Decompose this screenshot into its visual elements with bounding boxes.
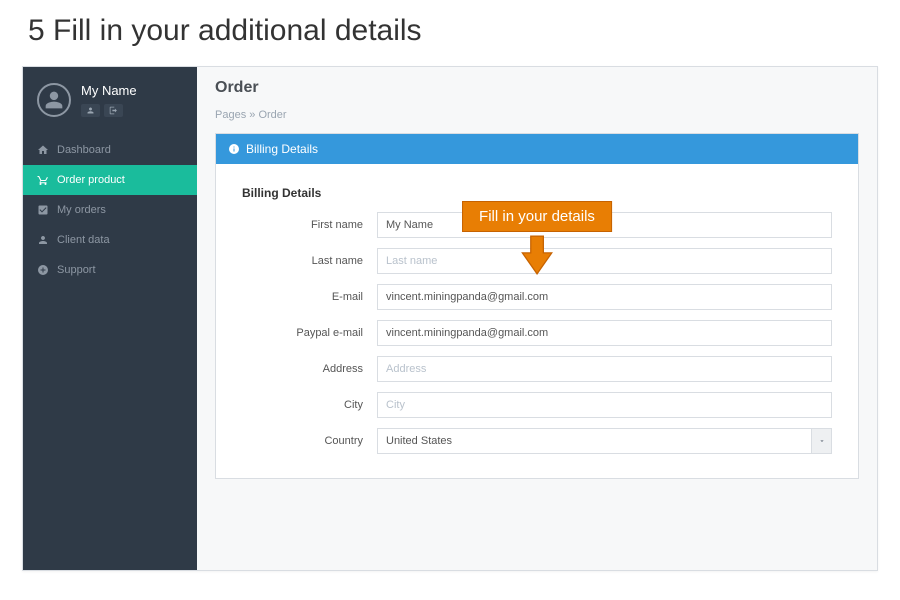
profile-settings-button[interactable] [81,104,100,117]
input-last-name[interactable] [377,248,832,274]
home-icon [37,144,49,156]
breadcrumb-sep: » [249,109,255,121]
profile-actions [81,104,137,117]
cart-icon [37,174,49,186]
user-icon [37,234,49,246]
label-address: Address [242,363,377,375]
sidebar-item-label: My orders [57,204,106,216]
user-icon [86,106,95,115]
form-section-title: Billing Details [242,186,832,200]
sidebar-item-label: Order product [57,174,125,186]
input-paypal-email[interactable] [377,320,832,346]
row-paypal-email: Paypal e-mail [242,320,832,346]
avatar-icon [44,90,64,110]
sidebar-item-label: Dashboard [57,144,111,156]
label-country: Country [242,435,377,447]
main-content: Order Pages » Order Billing Details Bill… [197,67,877,570]
breadcrumb-current: Order [258,109,286,121]
row-address: Address [242,356,832,382]
page-header: Order [197,67,877,105]
breadcrumb-root[interactable]: Pages [215,109,246,121]
sidebar-item-label: Support [57,264,96,276]
sidebar-item-support[interactable]: Support [23,255,197,285]
label-email: E-mail [242,291,377,303]
panel-body: Billing Details First name Last name E-m… [216,164,858,478]
profile-name: My Name [81,83,137,98]
billing-panel: Billing Details Billing Details First na… [215,133,859,479]
sidebar: My Name Dashboard Order product My order… [23,67,197,570]
sidebar-item-order-product[interactable]: Order product [23,165,197,195]
profile-logout-button[interactable] [104,104,123,117]
row-city: City [242,392,832,418]
panel-header: Billing Details [216,134,858,164]
select-country[interactable]: United States [377,428,832,454]
avatar [37,83,71,117]
label-first-name: First name [242,219,377,231]
check-icon [37,204,49,216]
page-title: Order [215,79,859,97]
label-paypal-email: Paypal e-mail [242,327,377,339]
sidebar-nav: Dashboard Order product My orders Client… [23,135,197,285]
label-city: City [242,399,377,411]
profile-block: My Name [23,67,197,127]
row-country: Country United States [242,428,832,454]
row-last-name: Last name [242,248,832,274]
input-first-name[interactable] [377,212,832,238]
label-last-name: Last name [242,255,377,267]
input-address[interactable] [377,356,832,382]
slide-title: 5 Fill in your additional details [0,0,900,66]
sidebar-item-dashboard[interactable]: Dashboard [23,135,197,165]
input-email[interactable] [377,284,832,310]
panel-header-label: Billing Details [246,142,318,156]
breadcrumb: Pages » Order [197,105,877,133]
sidebar-item-client-data[interactable]: Client data [23,225,197,255]
row-first-name: First name [242,212,832,238]
input-city[interactable] [377,392,832,418]
row-email: E-mail [242,284,832,310]
plus-circle-icon [37,264,49,276]
app-frame: My Name Dashboard Order product My order… [22,66,878,571]
logout-icon [109,106,118,115]
sidebar-item-my-orders[interactable]: My orders [23,195,197,225]
info-icon [228,143,240,155]
sidebar-item-label: Client data [57,234,110,246]
